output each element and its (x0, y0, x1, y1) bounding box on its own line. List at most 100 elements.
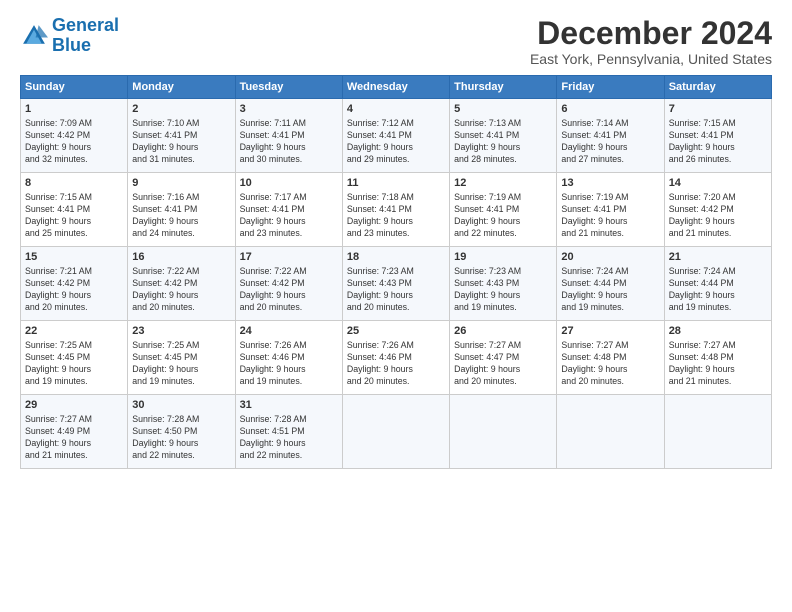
day-cell: 13Sunrise: 7:19 AM Sunset: 4:41 PM Dayli… (557, 173, 664, 247)
day-number: 20 (561, 250, 659, 265)
day-cell: 14Sunrise: 7:20 AM Sunset: 4:42 PM Dayli… (664, 173, 771, 247)
day-cell: 23Sunrise: 7:25 AM Sunset: 4:45 PM Dayli… (128, 321, 235, 395)
day-number: 24 (240, 324, 338, 339)
day-cell: 15Sunrise: 7:21 AM Sunset: 4:42 PM Dayli… (21, 247, 128, 321)
day-info: Sunrise: 7:27 AM Sunset: 4:48 PM Dayligh… (561, 340, 659, 388)
day-cell: 12Sunrise: 7:19 AM Sunset: 4:41 PM Dayli… (450, 173, 557, 247)
title-block: December 2024 East York, Pennsylvania, U… (530, 16, 772, 67)
day-number: 22 (25, 324, 123, 339)
day-number: 25 (347, 324, 445, 339)
day-cell: 21Sunrise: 7:24 AM Sunset: 4:44 PM Dayli… (664, 247, 771, 321)
logo-general: General (52, 15, 119, 35)
col-header-wednesday: Wednesday (342, 76, 449, 99)
day-cell: 17Sunrise: 7:22 AM Sunset: 4:42 PM Dayli… (235, 247, 342, 321)
day-number: 11 (347, 176, 445, 191)
calendar-table: SundayMondayTuesdayWednesdayThursdayFrid… (20, 75, 772, 469)
day-info: Sunrise: 7:22 AM Sunset: 4:42 PM Dayligh… (132, 266, 230, 314)
day-cell: 4Sunrise: 7:12 AM Sunset: 4:41 PM Daylig… (342, 99, 449, 173)
day-number: 23 (132, 324, 230, 339)
day-cell: 20Sunrise: 7:24 AM Sunset: 4:44 PM Dayli… (557, 247, 664, 321)
day-cell: 24Sunrise: 7:26 AM Sunset: 4:46 PM Dayli… (235, 321, 342, 395)
day-info: Sunrise: 7:23 AM Sunset: 4:43 PM Dayligh… (454, 266, 552, 314)
day-cell: 3Sunrise: 7:11 AM Sunset: 4:41 PM Daylig… (235, 99, 342, 173)
day-info: Sunrise: 7:09 AM Sunset: 4:42 PM Dayligh… (25, 118, 123, 166)
day-info: Sunrise: 7:10 AM Sunset: 4:41 PM Dayligh… (132, 118, 230, 166)
day-cell: 7Sunrise: 7:15 AM Sunset: 4:41 PM Daylig… (664, 99, 771, 173)
subtitle: East York, Pennsylvania, United States (530, 51, 772, 67)
day-number: 14 (669, 176, 767, 191)
day-cell (557, 395, 664, 469)
day-number: 15 (25, 250, 123, 265)
day-info: Sunrise: 7:27 AM Sunset: 4:47 PM Dayligh… (454, 340, 552, 388)
day-number: 3 (240, 102, 338, 117)
day-number: 27 (561, 324, 659, 339)
day-info: Sunrise: 7:28 AM Sunset: 4:50 PM Dayligh… (132, 414, 230, 462)
day-number: 31 (240, 398, 338, 413)
day-cell: 5Sunrise: 7:13 AM Sunset: 4:41 PM Daylig… (450, 99, 557, 173)
day-number: 12 (454, 176, 552, 191)
day-number: 2 (132, 102, 230, 117)
week-row-5: 29Sunrise: 7:27 AM Sunset: 4:49 PM Dayli… (21, 395, 772, 469)
day-info: Sunrise: 7:26 AM Sunset: 4:46 PM Dayligh… (347, 340, 445, 388)
day-number: 17 (240, 250, 338, 265)
day-info: Sunrise: 7:22 AM Sunset: 4:42 PM Dayligh… (240, 266, 338, 314)
day-cell: 25Sunrise: 7:26 AM Sunset: 4:46 PM Dayli… (342, 321, 449, 395)
day-number: 1 (25, 102, 123, 117)
day-number: 5 (454, 102, 552, 117)
day-info: Sunrise: 7:16 AM Sunset: 4:41 PM Dayligh… (132, 192, 230, 240)
col-header-saturday: Saturday (664, 76, 771, 99)
day-info: Sunrise: 7:23 AM Sunset: 4:43 PM Dayligh… (347, 266, 445, 314)
col-header-sunday: Sunday (21, 76, 128, 99)
day-info: Sunrise: 7:20 AM Sunset: 4:42 PM Dayligh… (669, 192, 767, 240)
day-cell: 29Sunrise: 7:27 AM Sunset: 4:49 PM Dayli… (21, 395, 128, 469)
day-cell (664, 395, 771, 469)
day-number: 7 (669, 102, 767, 117)
day-number: 4 (347, 102, 445, 117)
week-row-1: 1Sunrise: 7:09 AM Sunset: 4:42 PM Daylig… (21, 99, 772, 173)
day-number: 26 (454, 324, 552, 339)
day-cell: 30Sunrise: 7:28 AM Sunset: 4:50 PM Dayli… (128, 395, 235, 469)
day-cell: 19Sunrise: 7:23 AM Sunset: 4:43 PM Dayli… (450, 247, 557, 321)
logo-blue: Blue (52, 35, 91, 55)
day-number: 9 (132, 176, 230, 191)
day-cell: 8Sunrise: 7:15 AM Sunset: 4:41 PM Daylig… (21, 173, 128, 247)
week-row-2: 8Sunrise: 7:15 AM Sunset: 4:41 PM Daylig… (21, 173, 772, 247)
day-info: Sunrise: 7:24 AM Sunset: 4:44 PM Dayligh… (669, 266, 767, 314)
col-header-tuesday: Tuesday (235, 76, 342, 99)
day-cell: 31Sunrise: 7:28 AM Sunset: 4:51 PM Dayli… (235, 395, 342, 469)
week-row-3: 15Sunrise: 7:21 AM Sunset: 4:42 PM Dayli… (21, 247, 772, 321)
day-cell: 9Sunrise: 7:16 AM Sunset: 4:41 PM Daylig… (128, 173, 235, 247)
day-cell: 27Sunrise: 7:27 AM Sunset: 4:48 PM Dayli… (557, 321, 664, 395)
day-info: Sunrise: 7:17 AM Sunset: 4:41 PM Dayligh… (240, 192, 338, 240)
day-info: Sunrise: 7:28 AM Sunset: 4:51 PM Dayligh… (240, 414, 338, 462)
header: General Blue December 2024 East York, Pe… (20, 16, 772, 67)
day-number: 13 (561, 176, 659, 191)
week-row-4: 22Sunrise: 7:25 AM Sunset: 4:45 PM Dayli… (21, 321, 772, 395)
main-title: December 2024 (530, 16, 772, 51)
day-cell: 10Sunrise: 7:17 AM Sunset: 4:41 PM Dayli… (235, 173, 342, 247)
day-cell: 26Sunrise: 7:27 AM Sunset: 4:47 PM Dayli… (450, 321, 557, 395)
day-info: Sunrise: 7:19 AM Sunset: 4:41 PM Dayligh… (454, 192, 552, 240)
col-header-thursday: Thursday (450, 76, 557, 99)
day-number: 28 (669, 324, 767, 339)
logo-icon (20, 22, 48, 50)
day-cell (342, 395, 449, 469)
day-number: 16 (132, 250, 230, 265)
day-cell: 6Sunrise: 7:14 AM Sunset: 4:41 PM Daylig… (557, 99, 664, 173)
day-info: Sunrise: 7:25 AM Sunset: 4:45 PM Dayligh… (25, 340, 123, 388)
day-number: 6 (561, 102, 659, 117)
day-number: 18 (347, 250, 445, 265)
day-info: Sunrise: 7:27 AM Sunset: 4:49 PM Dayligh… (25, 414, 123, 462)
day-info: Sunrise: 7:25 AM Sunset: 4:45 PM Dayligh… (132, 340, 230, 388)
day-cell: 11Sunrise: 7:18 AM Sunset: 4:41 PM Dayli… (342, 173, 449, 247)
day-cell: 1Sunrise: 7:09 AM Sunset: 4:42 PM Daylig… (21, 99, 128, 173)
day-info: Sunrise: 7:18 AM Sunset: 4:41 PM Dayligh… (347, 192, 445, 240)
col-header-friday: Friday (557, 76, 664, 99)
day-cell: 2Sunrise: 7:10 AM Sunset: 4:41 PM Daylig… (128, 99, 235, 173)
day-cell: 16Sunrise: 7:22 AM Sunset: 4:42 PM Dayli… (128, 247, 235, 321)
logo-text: General Blue (52, 16, 119, 56)
day-cell: 18Sunrise: 7:23 AM Sunset: 4:43 PM Dayli… (342, 247, 449, 321)
day-number: 21 (669, 250, 767, 265)
day-cell: 22Sunrise: 7:25 AM Sunset: 4:45 PM Dayli… (21, 321, 128, 395)
day-info: Sunrise: 7:11 AM Sunset: 4:41 PM Dayligh… (240, 118, 338, 166)
